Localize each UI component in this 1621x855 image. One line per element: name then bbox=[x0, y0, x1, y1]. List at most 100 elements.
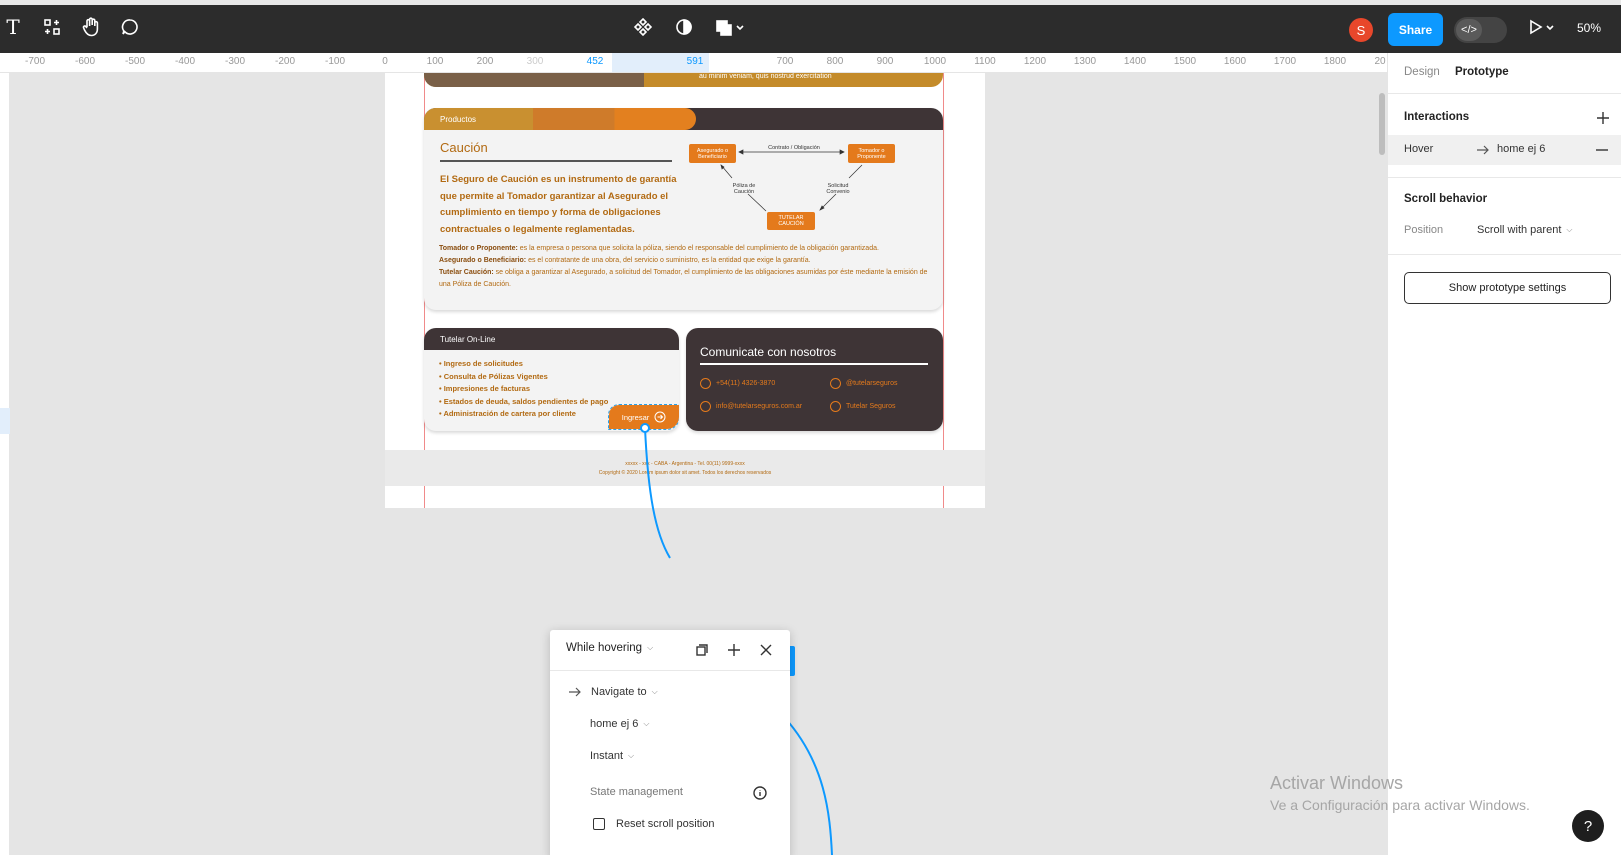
ruler-tick: 200 bbox=[476, 56, 494, 67]
arrow-right-icon bbox=[1477, 145, 1489, 155]
component-diamond-icon[interactable] bbox=[632, 16, 654, 38]
ruler-tick: 0 bbox=[382, 56, 388, 67]
position-value: Scroll with parent bbox=[1477, 224, 1562, 236]
chevron-down-icon: ⌵ bbox=[647, 643, 654, 652]
contact-divider bbox=[700, 363, 928, 365]
canvas-scrollbar[interactable] bbox=[1379, 93, 1385, 155]
interaction-trigger: Hover bbox=[1404, 143, 1434, 155]
chevron-down-icon: ⌵ bbox=[651, 687, 658, 696]
code-icon: </> bbox=[1456, 19, 1482, 41]
diagram-label-poliza: Póliza de Caución bbox=[732, 183, 756, 195]
chevron-down-icon: ⌵ bbox=[628, 751, 635, 760]
interaction-row[interactable]: Hover home ej 6 bbox=[1388, 135, 1621, 165]
tab-design[interactable]: Design bbox=[1404, 66, 1440, 78]
ruler-tick: 100 bbox=[426, 56, 444, 67]
ruler-tick: 1600 bbox=[1223, 56, 1247, 67]
interaction-popover[interactable]: While hovering ⌵ Navigate to ⌵ home ej 6 ⌵ … bbox=[550, 630, 790, 855]
add-interaction-icon[interactable] bbox=[1593, 108, 1613, 128]
definition-term: Tomador o Proponente: bbox=[439, 245, 518, 252]
contact-instagram[interactable]: @tutelarseguros bbox=[830, 378, 897, 389]
ruler-tick: 300 bbox=[526, 56, 544, 67]
destination-dropdown[interactable]: home ej 6 ⌵ bbox=[590, 718, 649, 730]
diagram-box-tutelar: TUTELAR CAUCIÓN bbox=[767, 212, 815, 230]
panel-divider bbox=[1388, 93, 1621, 94]
hand-tool-icon[interactable] bbox=[80, 16, 102, 38]
definition-text: es el contratante de una obra, del servi… bbox=[526, 257, 811, 264]
vertical-ruler bbox=[0, 73, 10, 855]
popover-divider bbox=[550, 670, 790, 671]
definition-term: Tutelar Caución: bbox=[439, 269, 494, 276]
user-avatar[interactable]: S bbox=[1349, 18, 1373, 42]
interaction-target: home ej 6 bbox=[1497, 143, 1546, 155]
ruler-tick: 1100 bbox=[974, 56, 996, 67]
tab-prototype[interactable]: Prototype bbox=[1455, 66, 1509, 78]
contrast-icon[interactable] bbox=[673, 16, 695, 38]
contact-phone[interactable]: +54(11) 4326-3870 bbox=[700, 378, 775, 389]
help-button[interactable]: ? bbox=[1572, 810, 1604, 842]
hero-section[interactable]: au minim veniam, quis nostrud exercitati… bbox=[424, 73, 943, 87]
scroll-behavior-heading: Scroll behavior bbox=[1404, 193, 1488, 205]
animation-dropdown[interactable]: Instant ⌵ bbox=[590, 750, 634, 762]
contact-facebook[interactable]: Tutelar Seguros bbox=[830, 401, 896, 412]
contact-phone-text: +54(11) 4326-3870 bbox=[716, 380, 776, 387]
contact-email[interactable]: info@tutelarseguros.com.ar bbox=[700, 401, 802, 412]
contact-instagram-text: @tutelarseguros bbox=[846, 380, 898, 387]
ruler-tick: 1200 bbox=[1023, 56, 1047, 67]
comment-tool-icon[interactable] bbox=[119, 16, 141, 38]
design-canvas[interactable]: au minim veniam, quis nostrud exercitati… bbox=[10, 73, 1387, 855]
ingresar-button[interactable]: Ingresar bbox=[608, 404, 679, 430]
ruler-tick: 900 bbox=[876, 56, 894, 67]
email-icon bbox=[700, 401, 711, 412]
ruler-tick: -400 bbox=[174, 56, 196, 67]
remove-interaction-icon[interactable] bbox=[1596, 149, 1608, 151]
page-footer: xxxxx - xxx - CABA - Argentina - Tel. 00… bbox=[385, 450, 985, 486]
arrow-right-circle-icon bbox=[654, 411, 666, 423]
ruler-tick: 1000 bbox=[923, 56, 947, 67]
info-icon[interactable] bbox=[750, 783, 770, 803]
tutelar-online-card[interactable]: Tutelar On-Line Ingreso de solicitudes C… bbox=[424, 328, 679, 431]
hero-text: au minim veniam, quis nostrud exercitati… bbox=[699, 73, 832, 80]
present-play-icon[interactable] bbox=[1526, 16, 1558, 38]
text-tool-icon[interactable]: T bbox=[2, 15, 24, 39]
diagram-box-tomador: Tomador o Proponente bbox=[848, 144, 895, 163]
web-frame[interactable]: au minim veniam, quis nostrud exercitati… bbox=[385, 73, 985, 508]
horizontal-ruler: -700 -600 -500 -400 -300 -200 -100 0 100… bbox=[0, 53, 1387, 73]
show-prototype-settings-button[interactable]: Show prototype settings bbox=[1404, 272, 1611, 304]
ruler-tick: -500 bbox=[124, 56, 146, 67]
layout-guide bbox=[943, 73, 944, 508]
action-dropdown[interactable]: Navigate to ⌵ bbox=[568, 686, 658, 698]
footer-address: xxxxx - xxx - CABA - Argentina - Tel. 00… bbox=[625, 461, 745, 467]
zoom-level[interactable]: 50% bbox=[1577, 21, 1601, 35]
contact-facebook-text: Tutelar Seguros bbox=[846, 403, 896, 410]
productos-tab[interactable]: Productos bbox=[440, 115, 476, 124]
list-item: Impresiones de facturas bbox=[439, 383, 608, 396]
position-dropdown[interactable]: Scroll with parent ⌵ bbox=[1477, 224, 1572, 236]
chevron-down-icon: ⌵ bbox=[1566, 225, 1573, 234]
facebook-icon bbox=[830, 401, 841, 412]
definition-tomador: Tomador o Proponente: es la empresa o pe… bbox=[439, 243, 939, 255]
list-item: Ingreso de solicitudes bbox=[439, 358, 608, 371]
add-icon[interactable] bbox=[724, 640, 744, 660]
panel-divider bbox=[1388, 254, 1621, 255]
trigger-dropdown[interactable]: While hovering ⌵ bbox=[566, 642, 653, 654]
dev-mode-toggle[interactable]: </> bbox=[1454, 17, 1507, 43]
ruler-tick: 1800 bbox=[1323, 56, 1347, 67]
productos-card[interactable]: Productos Caución El Seguro de Caución e… bbox=[424, 108, 943, 310]
share-button[interactable]: Share bbox=[1388, 13, 1443, 46]
detach-icon[interactable] bbox=[692, 640, 712, 660]
contact-title: Comunicate con nosotros bbox=[700, 345, 837, 359]
ruler-tick: 1700 bbox=[1273, 56, 1297, 67]
boolean-shapes-icon[interactable] bbox=[713, 16, 747, 38]
top-toolbar: T S Share </> 50% bbox=[0, 0, 1621, 53]
reset-scroll-option[interactable]: Reset scroll position bbox=[593, 818, 714, 830]
ruler-tick: 20 bbox=[1374, 56, 1386, 67]
reset-scroll-checkbox[interactable] bbox=[593, 818, 605, 830]
ruler-selection-start: 452 bbox=[586, 56, 604, 67]
list-item: Consulta de Pólizas Vigentes bbox=[439, 371, 608, 384]
close-icon[interactable] bbox=[756, 640, 776, 660]
contact-card[interactable]: Comunicate con nosotros +54(11) 4326-387… bbox=[686, 328, 943, 431]
online-title: Tutelar On-Line bbox=[440, 335, 496, 344]
components-tool-icon[interactable] bbox=[41, 16, 63, 38]
ingresar-label: Ingresar bbox=[621, 412, 650, 422]
ruler-tick: 1400 bbox=[1123, 56, 1147, 67]
